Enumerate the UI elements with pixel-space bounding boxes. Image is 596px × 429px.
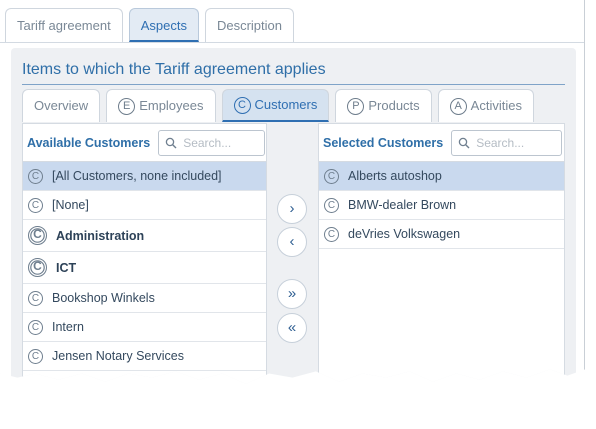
customer-icon: C	[28, 348, 43, 364]
top-tab-divider	[0, 42, 584, 43]
tab-employees[interactable]: E Employees	[106, 89, 216, 122]
available-list-title: Available Customers	[27, 135, 151, 150]
list-item-label: deVries Volkswagen	[348, 227, 461, 241]
list-item-label: BMW-dealer Brown	[348, 198, 457, 212]
inner-tab-bar: Overview E Employees C Customers P Produ…	[22, 89, 534, 122]
available-customers-list: Available Customers C [All Customers, no…	[22, 123, 267, 384]
activities-badge-icon: A	[449, 97, 467, 115]
list-item-label: Bookshop Winkels	[52, 291, 155, 305]
top-tab-bar: Tariff agreement Aspects Description	[5, 8, 294, 42]
list-item-group[interactable]: C ICT	[23, 252, 266, 284]
list-item-label: Administration	[56, 228, 145, 243]
list-item-label: Intern	[52, 320, 84, 334]
list-item-label: ICT	[56, 260, 77, 275]
list-item-label: Alberts autoshop	[348, 169, 442, 183]
selected-customers-list: Selected Customers C Alberts autoshop C …	[318, 123, 565, 384]
add-all-button[interactable]: »	[277, 279, 307, 309]
tab-products-label: Products	[368, 98, 420, 113]
customer-group-icon: C	[28, 226, 47, 245]
tab-customers[interactable]: C Customers	[221, 89, 330, 122]
selected-search-box[interactable]	[451, 129, 563, 156]
list-item[interactable]: C deVries Volkswagen	[319, 220, 564, 249]
selected-list-title: Selected Customers	[323, 135, 444, 150]
list-item[interactable]: C [All Customers, none included]	[23, 162, 266, 191]
available-search-input[interactable]	[183, 135, 260, 150]
list-item[interactable]: C Jensen Notary Services	[23, 342, 266, 371]
customer-icon: C	[324, 226, 339, 242]
add-selected-button[interactable]: ›	[277, 194, 307, 224]
customer-icon: C	[28, 197, 43, 213]
list-item-label: [None]	[52, 198, 89, 212]
remove-selected-button[interactable]: ‹	[277, 227, 307, 257]
customer-icon: C	[28, 290, 43, 306]
tab-activities-label: Activities	[470, 98, 522, 113]
window-frame: Tariff agreement Aspects Description Ite…	[0, 0, 585, 384]
search-icon	[165, 137, 177, 148]
tab-overview[interactable]: Overview	[22, 89, 101, 122]
customer-icon: C	[324, 168, 339, 184]
list-item[interactable]: C Alberts autoshop	[319, 162, 564, 191]
list-item[interactable]: C Bookshop Winkels	[23, 284, 266, 313]
remove-all-button[interactable]: «	[277, 313, 307, 343]
customer-icon: C	[324, 197, 339, 213]
tab-tariff-agreement[interactable]: Tariff agreement	[5, 8, 123, 42]
list-item[interactable]: C Intern	[23, 313, 266, 342]
available-search-box[interactable]	[158, 129, 266, 156]
customer-icon: C	[28, 168, 43, 184]
list-item-label: [All Customers, none included]	[52, 169, 222, 183]
list-item-group[interactable]: C Administration	[23, 220, 266, 252]
list-item[interactable]: C [None]	[23, 191, 266, 220]
selected-search-input[interactable]	[476, 135, 553, 150]
list-item[interactable]: C BMW-dealer Brown	[319, 191, 564, 220]
selected-list-header: Selected Customers	[319, 124, 564, 162]
products-badge-icon: P	[347, 97, 365, 115]
tab-products[interactable]: P Products	[335, 89, 432, 122]
available-list-header: Available Customers	[23, 124, 266, 162]
employees-badge-icon: E	[118, 97, 136, 115]
tab-activities[interactable]: A Activities	[437, 89, 534, 122]
section-divider	[22, 84, 565, 85]
customers-badge-icon: C	[233, 96, 251, 114]
tab-aspects[interactable]: Aspects	[128, 8, 199, 42]
list-item-label: Jensen Notary Services	[52, 349, 185, 363]
aspects-panel: Items to which the Tariff agreement appl…	[11, 48, 576, 384]
tab-description[interactable]: Description	[204, 8, 294, 42]
tab-overview-label: Overview	[34, 98, 89, 113]
tab-customers-label: Customers	[254, 97, 318, 112]
customer-icon: C	[28, 319, 43, 335]
section-title: Items to which the Tariff agreement appl…	[22, 61, 326, 78]
search-icon	[458, 137, 470, 148]
customer-group-icon: C	[28, 258, 47, 277]
tab-employees-label: Employees	[139, 98, 204, 113]
